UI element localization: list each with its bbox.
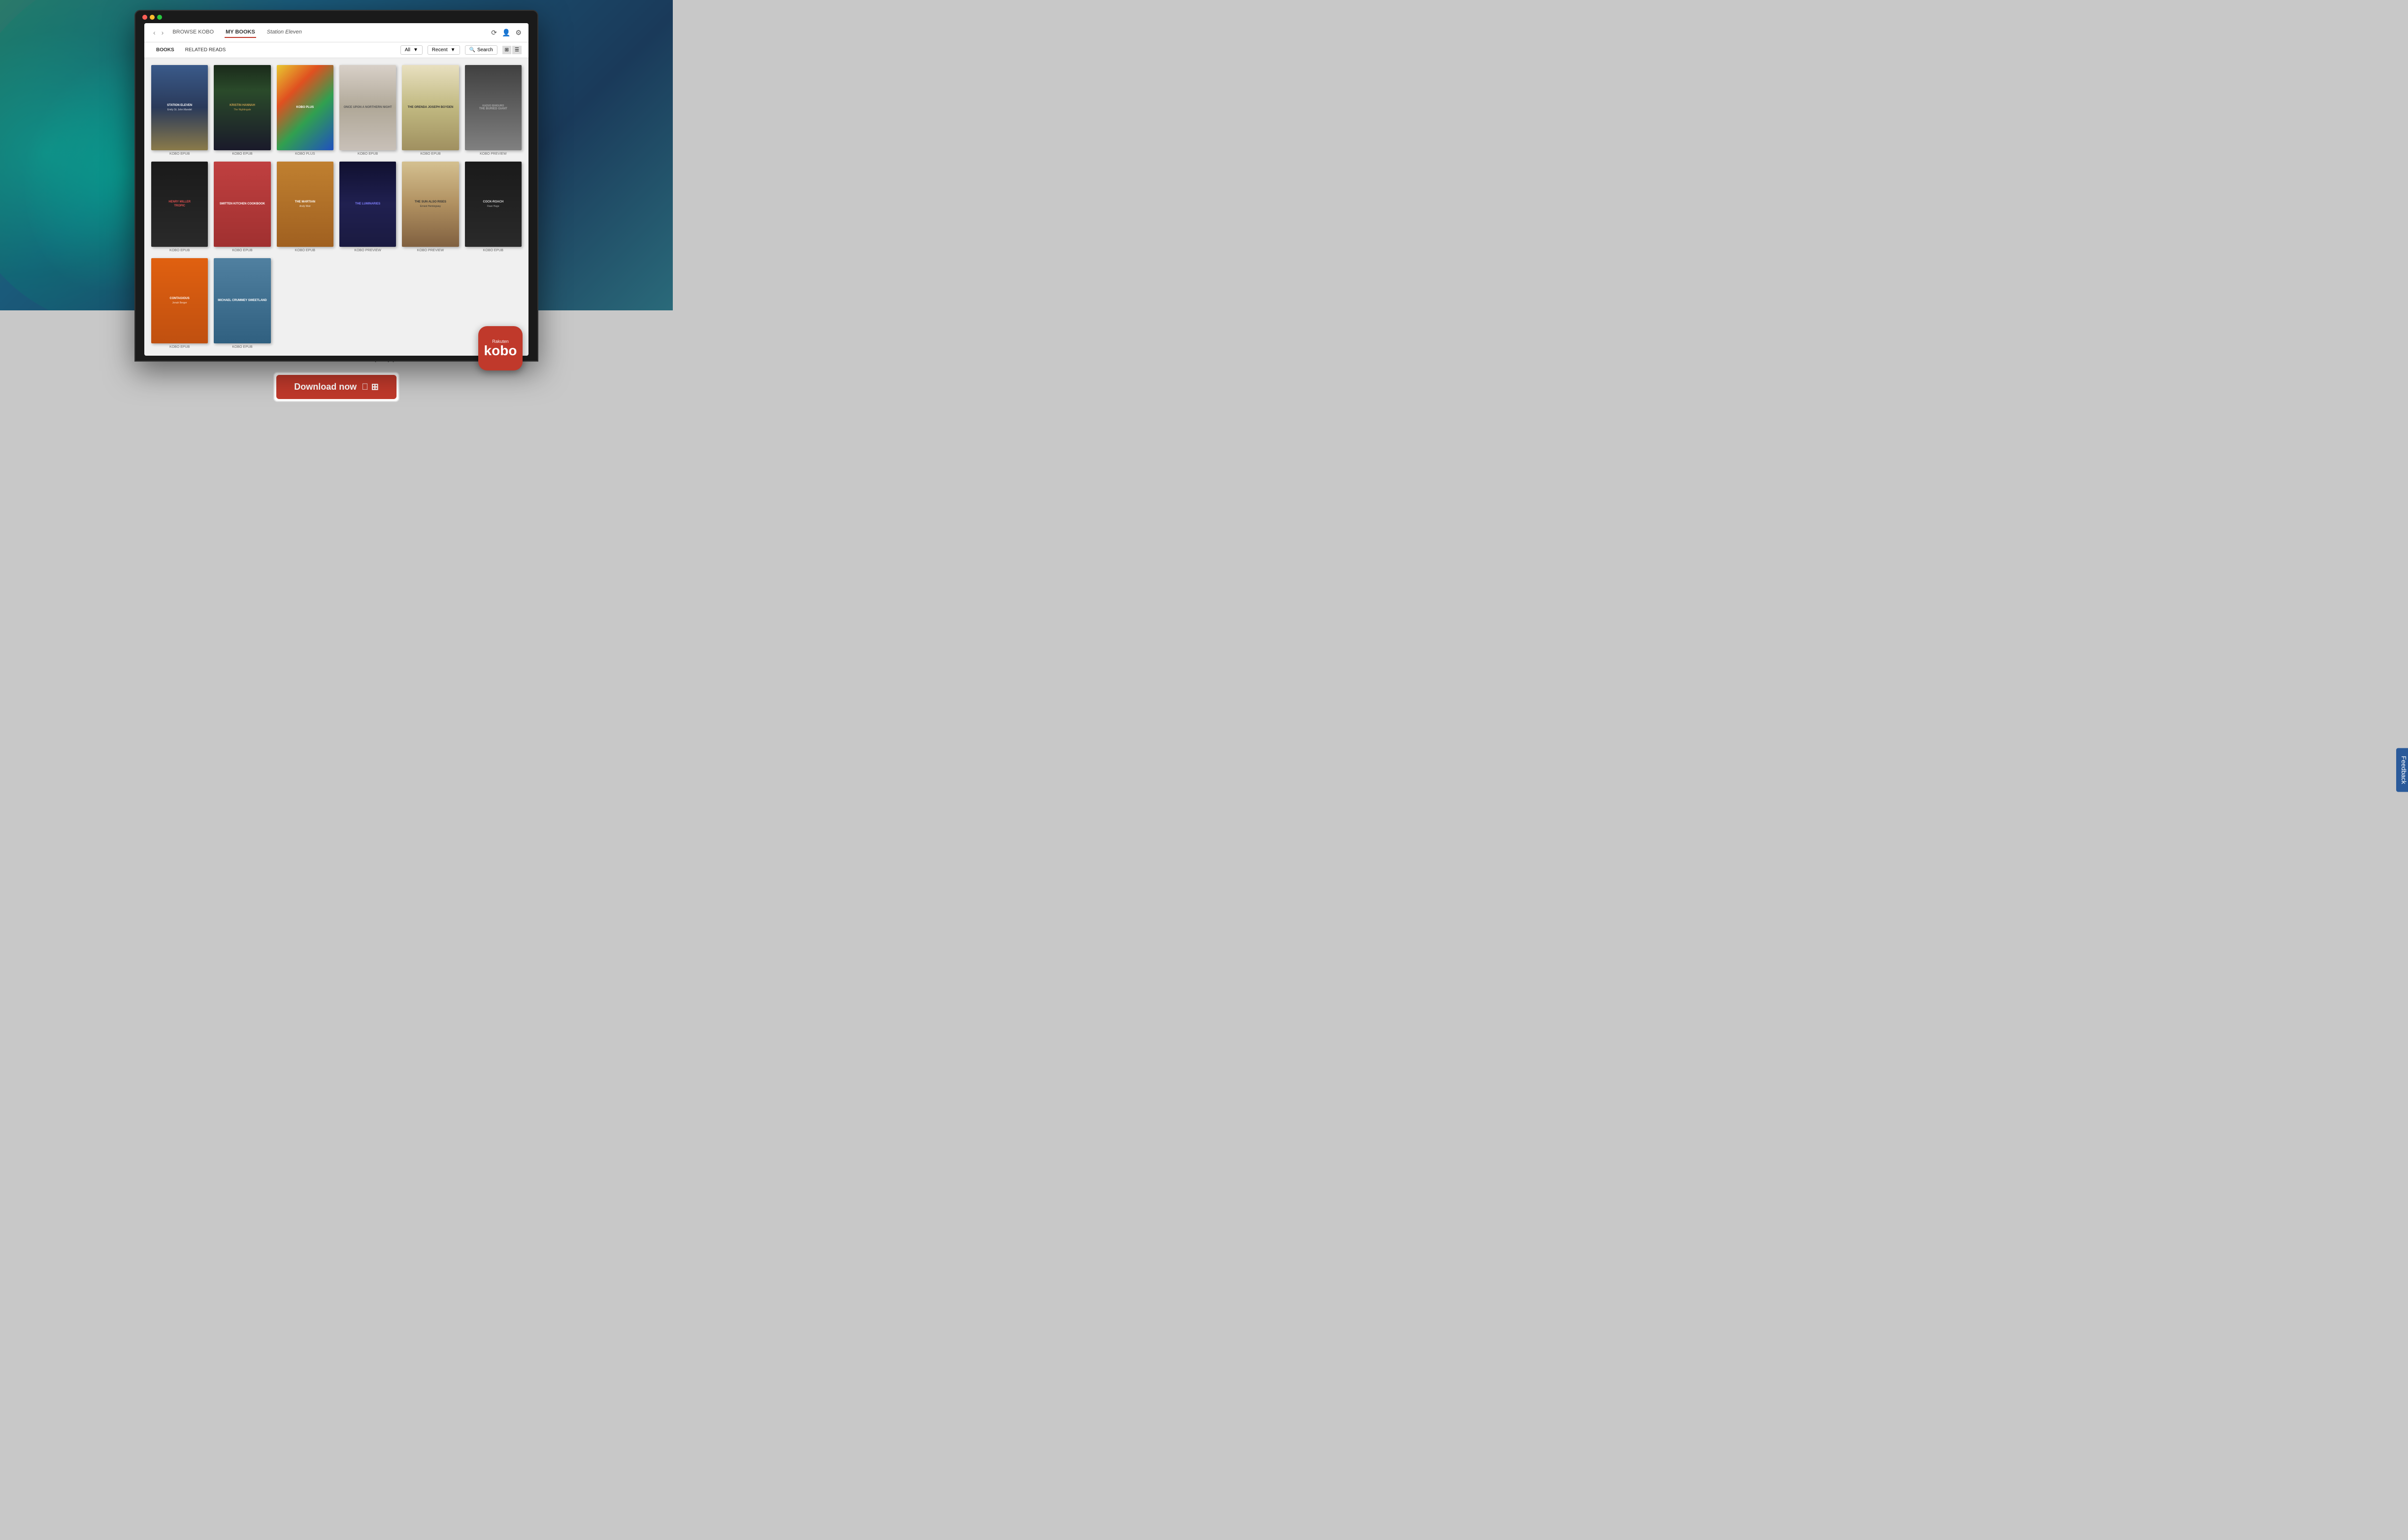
- search-icon: 🔍: [469, 47, 475, 53]
- app-tabs: BROWSE KOBO MY BOOKS Station Eleven: [171, 27, 302, 38]
- book-cover-kobo-plus: KOBO PLUS: [277, 65, 333, 150]
- search-placeholder: Search: [477, 47, 493, 53]
- book-grid: STATION ELEVEN Emily St. John Mandel KOB…: [144, 58, 528, 356]
- list-item[interactable]: KAZUO ISHIGURO THE BURIED GIANT KOBO PRE…: [465, 65, 522, 156]
- filter-books[interactable]: BOOKS: [151, 45, 179, 55]
- list-item[interactable]: smitten kitchen cookbook KOBO EPUB: [214, 162, 270, 252]
- laptop-wrapper: ‹ › BROWSE KOBO MY BOOKS Station Eleven …: [134, 10, 538, 362]
- settings-icon[interactable]: ⚙: [515, 29, 522, 37]
- book-cover-northern-night: Once upon a Northern Night: [339, 65, 396, 150]
- traffic-light-green: [157, 15, 162, 20]
- list-item[interactable]: THE LUMINARIES KOBO PREVIEW: [339, 162, 396, 252]
- dropdown-arrow-icon: ▼: [413, 47, 418, 53]
- tab-browse-kobo[interactable]: BROWSE KOBO: [171, 27, 215, 38]
- view-toggle: ⊞ ☰: [502, 46, 522, 54]
- traffic-light-red: [142, 15, 147, 20]
- book-cover-orenda: THE ORENDA JOSEPH BOYDEN: [402, 65, 459, 150]
- platform-icons:  ⊞: [362, 382, 379, 392]
- list-item[interactable]: Once upon a Northern Night KOBO EPUB: [339, 65, 396, 156]
- account-icon[interactable]: 👤: [502, 29, 510, 37]
- book-cover-contagious: Contagious Jonah Berger: [151, 258, 208, 343]
- tab-station-eleven[interactable]: Station Eleven: [266, 27, 303, 38]
- download-button-label: Download now: [294, 382, 357, 392]
- list-item[interactable]: THE SUN ALSO RISES Ernest Hemingway KOBO…: [402, 162, 459, 252]
- tab-my-books[interactable]: MY BOOKS: [225, 27, 256, 38]
- book-cover-sweetland: MICHAEL CRUMMEY SWEETLAND: [214, 258, 270, 343]
- grid-view-button[interactable]: ⊞: [502, 46, 511, 54]
- laptop-frame: ‹ › BROWSE KOBO MY BOOKS Station Eleven …: [134, 10, 538, 362]
- feedback-tab[interactable]: Feedback: [2396, 748, 2408, 792]
- nav-back[interactable]: ‹: [151, 28, 158, 37]
- windows-icon: ⊞: [371, 382, 379, 392]
- book-cover-cockroach: COCK-ROACH Rawi Hage: [465, 162, 522, 247]
- download-button-wrapper: Download now  ⊞: [273, 372, 399, 402]
- download-now-button[interactable]: Download now  ⊞: [276, 375, 396, 399]
- list-item[interactable]: STATION ELEVEN Emily St. John Mandel KOB…: [151, 65, 208, 156]
- dropdown-sort-arrow-icon: ▼: [451, 47, 456, 53]
- book-cover-sun-rises: THE SUN ALSO RISES Ernest Hemingway: [402, 162, 459, 247]
- refresh-icon[interactable]: ⟳: [491, 29, 497, 37]
- toolbar-icons: ⟳ 👤 ⚙: [491, 29, 522, 37]
- kobo-logo-badge: Rakuten kobo: [478, 326, 523, 370]
- list-item[interactable]: THE MARTIAN Andy Weir KOBO EPUB: [277, 162, 333, 252]
- book-cover-buried-giant: KAZUO ISHIGURO THE BURIED GIANT: [465, 65, 522, 150]
- filter-tabs: BOOKS RELATED READS: [151, 45, 231, 55]
- list-item[interactable]: KRISTIN HANNAH The Nightingale KOBO EPUB: [214, 65, 270, 156]
- book-cover-martian: THE MARTIAN Andy Weir: [277, 162, 333, 247]
- page-wrapper: Escape from email and indulge your love …: [0, 0, 673, 429]
- kobo-brand: Rakuten: [492, 339, 509, 344]
- book-cover-smitten: smitten kitchen cookbook: [214, 162, 270, 247]
- sort-recent-dropdown[interactable]: Recent ▼: [428, 45, 460, 55]
- traffic-lights: [142, 15, 162, 20]
- list-item[interactable]: COCK-ROACH Rawi Hage KOBO EPUB: [465, 162, 522, 252]
- list-item[interactable]: HENRY MILLER TROPIC KOBO EPUB: [151, 162, 208, 252]
- book-cover-station-eleven: STATION ELEVEN Emily St. John Mandel: [151, 65, 208, 150]
- filter-related-reads[interactable]: RELATED READS: [180, 45, 231, 55]
- search-box[interactable]: 🔍 Search: [465, 45, 497, 55]
- nav-forward[interactable]: ›: [160, 28, 166, 37]
- list-item[interactable]: MICHAEL CRUMMEY SWEETLAND KOBO EPUB: [214, 258, 270, 349]
- book-cover-luminaries: THE LUMINARIES: [339, 162, 396, 247]
- book-cover-nightingale: KRISTIN HANNAH The Nightingale: [214, 65, 270, 150]
- list-item[interactable]: THE ORENDA JOSEPH BOYDEN KOBO EPUB: [402, 65, 459, 156]
- traffic-light-yellow: [150, 15, 155, 20]
- list-item[interactable]: KOBO PLUS KOBO PLUS: [277, 65, 333, 156]
- kobo-name: kobo: [484, 344, 517, 358]
- list-view-button[interactable]: ☰: [512, 46, 522, 54]
- list-item[interactable]: Contagious Jonah Berger KOBO EPUB: [151, 258, 208, 349]
- filter-all-dropdown[interactable]: All ▼: [400, 45, 423, 55]
- app-toolbar: ‹ › BROWSE KOBO MY BOOKS Station Eleven …: [144, 23, 528, 42]
- nav-arrows: ‹ ›: [151, 28, 165, 37]
- app-screen: ‹ › BROWSE KOBO MY BOOKS Station Eleven …: [144, 23, 528, 356]
- book-cover-tropic: HENRY MILLER TROPIC: [151, 162, 208, 247]
- apple-icon: : [362, 382, 368, 392]
- filter-bar: BOOKS RELATED READS All ▼ Recent ▼ 🔍 S: [144, 42, 528, 58]
